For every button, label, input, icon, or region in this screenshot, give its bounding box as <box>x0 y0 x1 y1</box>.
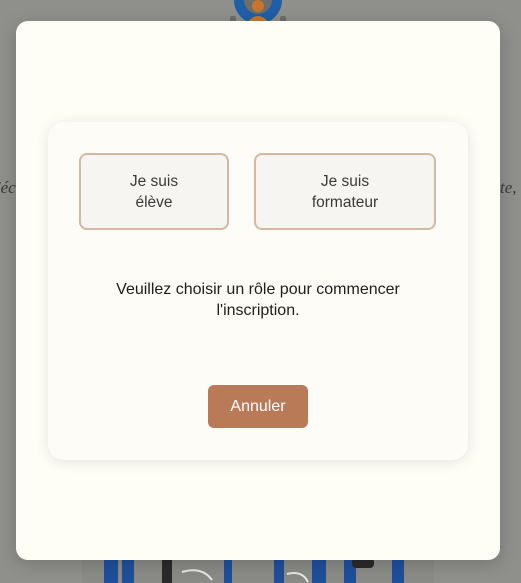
role-selection-modal: Je suis élève Je suis formateur Veuillez… <box>16 21 500 560</box>
role-student-label: Je suis élève <box>129 172 179 211</box>
role-student-button[interactable]: Je suis élève <box>79 153 229 230</box>
role-selection-card: Je suis élève Je suis formateur Veuillez… <box>48 122 468 460</box>
role-prompt-text: Veuillez choisir un rôle pour commencer … <box>116 281 400 319</box>
background-text-right: te, <box>500 178 517 197</box>
background-text-left: 'éc <box>0 178 16 197</box>
role-trainer-button[interactable]: Je suis formateur <box>254 153 436 230</box>
cancel-button[interactable]: Annuler <box>208 385 308 428</box>
role-trainer-label: Je suis formateur <box>311 172 379 211</box>
